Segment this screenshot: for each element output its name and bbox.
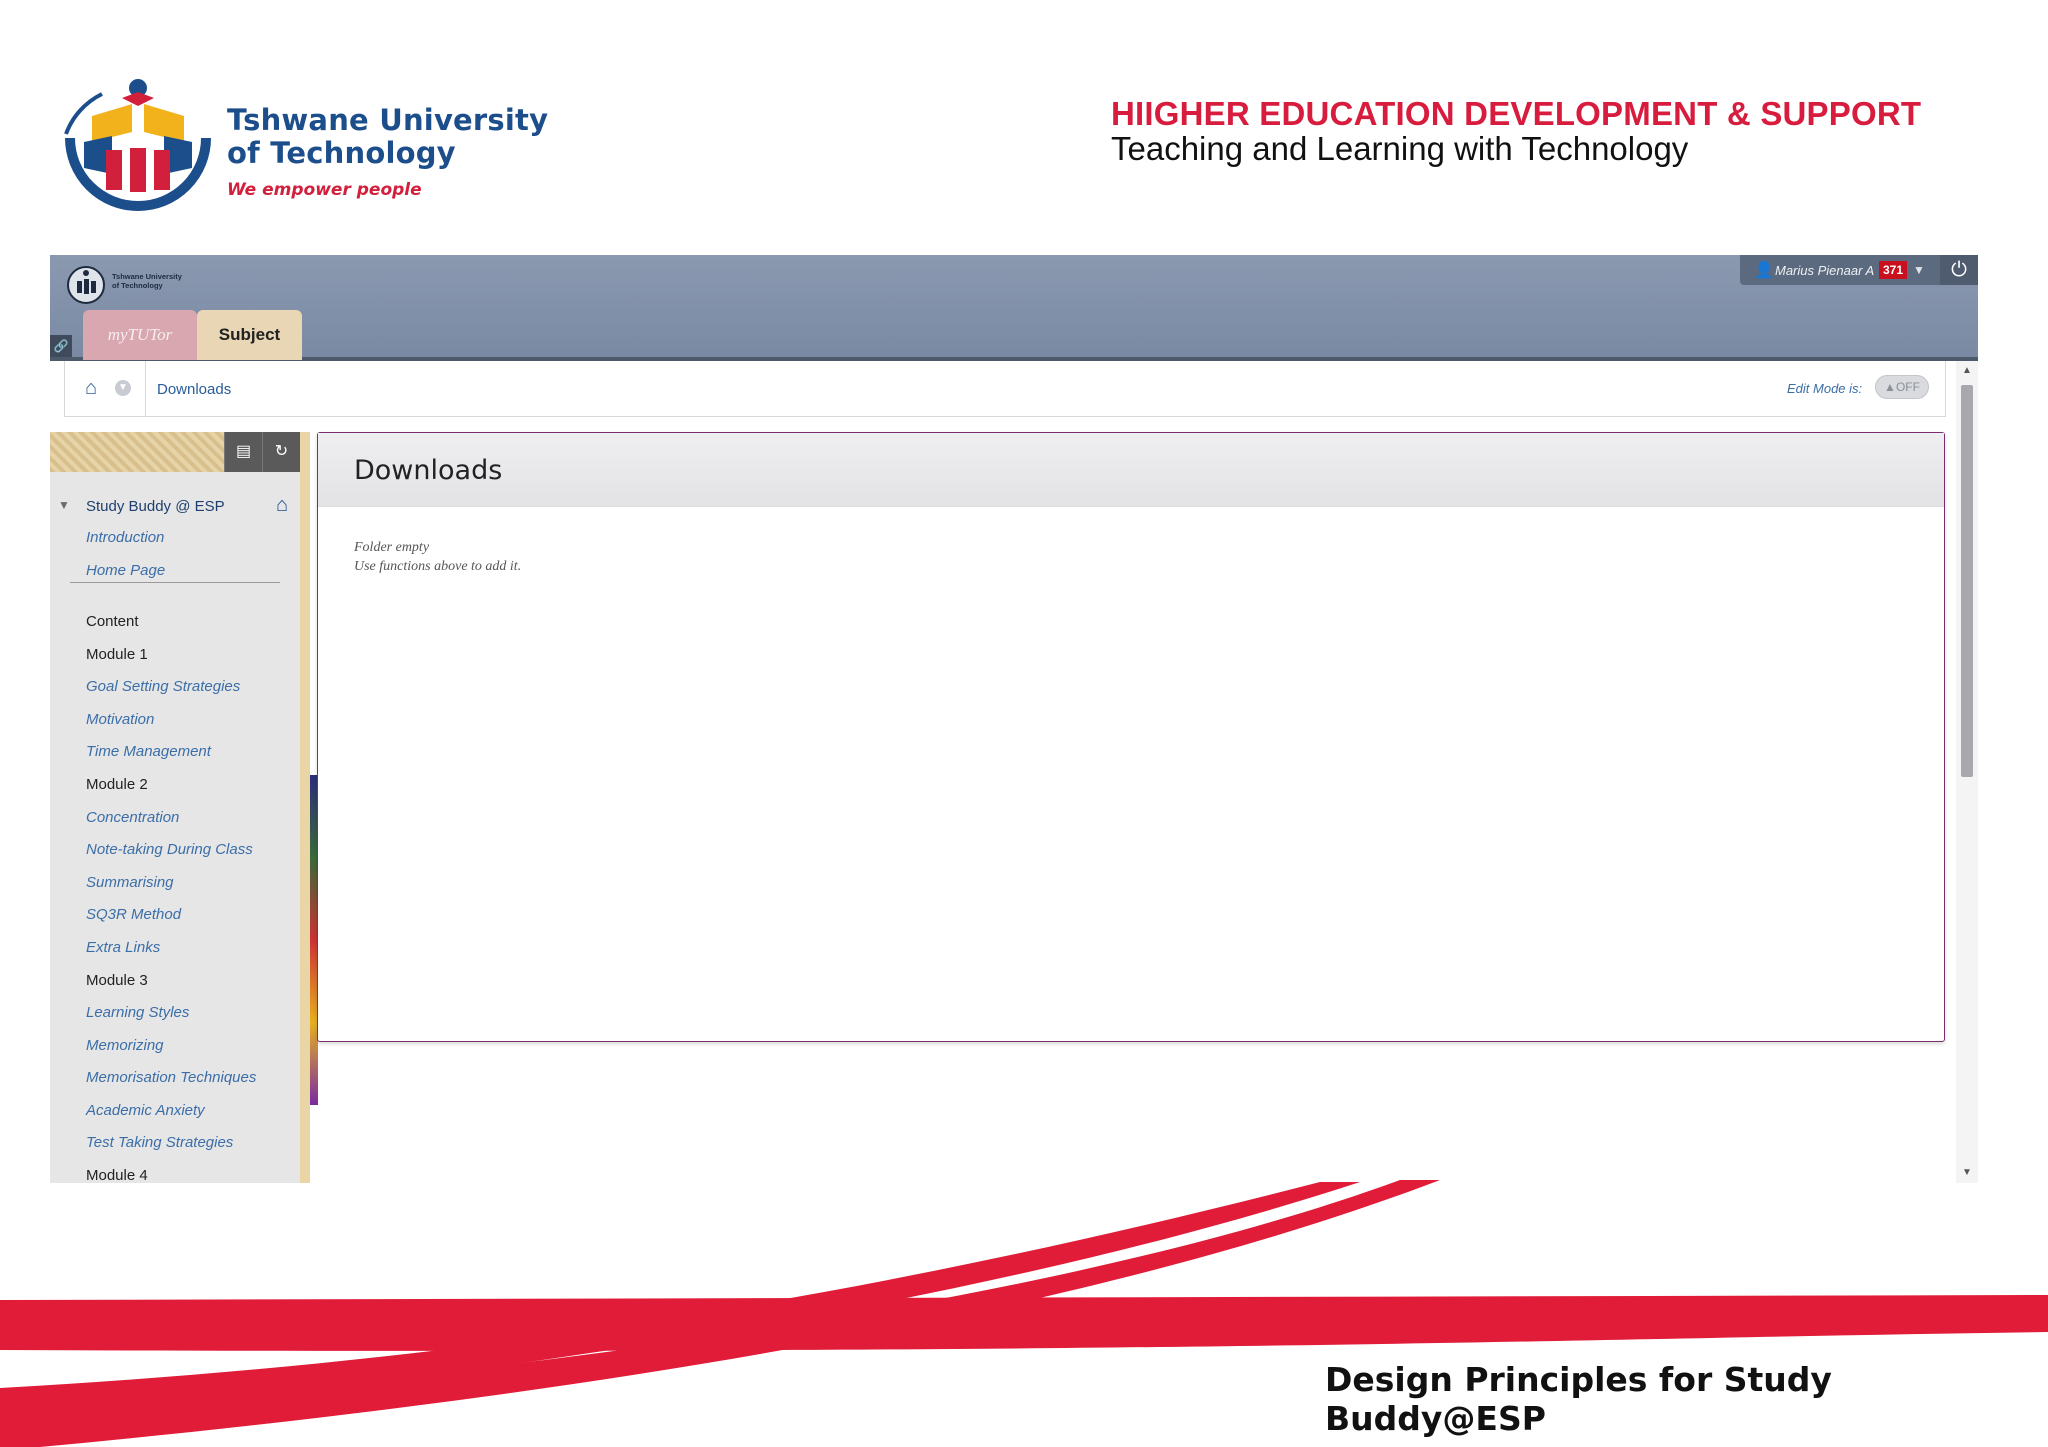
edit-mode-toggle[interactable]: ▲OFF: [1875, 375, 1929, 399]
chevron-down-icon[interactable]: ▼: [1913, 263, 1925, 277]
course-menu: ▤ ↻ ▼ Study Buddy @ ESP ⌂ Introduction H…: [50, 432, 310, 1183]
course-menu-header: ▤ ↻: [50, 432, 300, 472]
menu-heading-module-2: Module 2: [86, 776, 148, 793]
course-title[interactable]: Study Buddy @ ESP: [86, 498, 225, 515]
collapse-arrow-icon[interactable]: ▼: [58, 498, 70, 512]
empty-folder-message: Folder empty: [354, 540, 430, 555]
institution-name-line1: Tshwane University: [227, 103, 549, 137]
menu-item-academic-anxiety[interactable]: Academic Anxiety: [86, 1102, 205, 1119]
menu-item-extra-links[interactable]: Extra Links: [86, 939, 160, 956]
user-name: Marius Pienaar A: [1775, 263, 1875, 278]
institution-tagline: We empower people: [227, 180, 422, 200]
content-panel-header: Downloads: [318, 433, 1944, 507]
menu-item-learning-styles[interactable]: Learning Styles: [86, 1004, 189, 1021]
menu-item-introduction[interactable]: Introduction: [86, 529, 164, 546]
menu-item-sq3r-method[interactable]: SQ3R Method: [86, 906, 181, 923]
notification-badge[interactable]: 371: [1879, 261, 1908, 279]
lms-logo-text: Tshwane University of Technology: [112, 272, 182, 290]
institution-name: Tshwane University of Technology: [227, 104, 548, 170]
slide-header-title: HIIGHER EDUCATION DEVELOPMENT & SUPPORT: [1111, 95, 1922, 132]
lms-logo-text-line2: of Technology: [112, 281, 163, 290]
display-menu-window-icon[interactable]: ▤: [224, 432, 262, 472]
home-icon[interactable]: ⌂: [85, 377, 97, 400]
lms-logo-icon: [67, 266, 105, 304]
menu-heading-module-3: Module 3: [86, 972, 148, 989]
lms-window: Tshwane University of Technology 🔗 myTUT…: [50, 255, 1978, 1183]
menu-item-concentration[interactable]: Concentration: [86, 809, 179, 826]
menu-item-test-taking[interactable]: Test Taking Strategies: [86, 1134, 233, 1151]
menu-item-time-management[interactable]: Time Management: [86, 743, 211, 760]
scroll-down-icon[interactable]: ▼: [1956, 1165, 1978, 1181]
page-title: Downloads: [354, 455, 503, 486]
breadcrumb-current[interactable]: Downloads: [157, 381, 231, 398]
breadcrumb-dropdown-icon[interactable]: ▼: [115, 380, 131, 396]
breadcrumb: ⌂ ▼ Downloads Edit Mode is: ▲OFF: [64, 361, 1946, 417]
menu-item-summarising[interactable]: Summarising: [86, 874, 174, 891]
scroll-up-icon[interactable]: ▲: [1956, 363, 1978, 379]
page-scrollbar[interactable]: ▲ ▼: [1956, 361, 1978, 1183]
institution-name-line2: of Technology: [227, 136, 456, 170]
footer-title: Design Principles for Study Buddy@ESP: [1325, 1360, 1832, 1438]
person-icon: 👤: [1754, 262, 1774, 279]
menu-heading-module-1: Module 1: [86, 646, 148, 663]
menu-item-memorizing[interactable]: Memorizing: [86, 1037, 164, 1054]
breadcrumb-separator: [145, 361, 146, 417]
course-home-icon[interactable]: ⌂: [276, 494, 288, 517]
menu-divider: [70, 582, 280, 583]
edit-mode-state: OFF: [1895, 380, 1920, 394]
menu-item-motivation[interactable]: Motivation: [86, 711, 154, 728]
edit-mode-label: Edit Mode is:: [1787, 381, 1863, 396]
lms-logo-text-line1: Tshwane University: [112, 272, 182, 281]
link-icon[interactable]: 🔗: [50, 335, 72, 357]
tut-logo: [64, 79, 211, 211]
scroll-thumb[interactable]: [1961, 385, 1973, 777]
lms-top-bar: Tshwane University of Technology 🔗 myTUT…: [50, 255, 1978, 361]
menu-item-memorisation-techniques[interactable]: Memorisation Techniques: [86, 1069, 256, 1086]
slide-header-subtitle: Teaching and Learning with Technology: [1111, 130, 1689, 167]
menu-item-home-page[interactable]: Home Page: [86, 562, 165, 579]
empty-folder-hint: Use functions above to add it.: [354, 559, 522, 574]
menu-item-note-taking[interactable]: Note-taking During Class: [86, 841, 253, 858]
tab-subject[interactable]: Subject: [197, 310, 302, 360]
refresh-icon[interactable]: ↻: [262, 432, 300, 472]
menu-heading-content: Content: [86, 613, 139, 630]
tab-mytutor[interactable]: myTUTor: [83, 310, 197, 360]
menu-item-goal-setting[interactable]: Goal Setting Strategies: [86, 678, 240, 695]
content-panel: Downloads Folder empty Use functions abo…: [317, 432, 1945, 1042]
power-icon[interactable]: ⏻: [1940, 255, 1978, 285]
